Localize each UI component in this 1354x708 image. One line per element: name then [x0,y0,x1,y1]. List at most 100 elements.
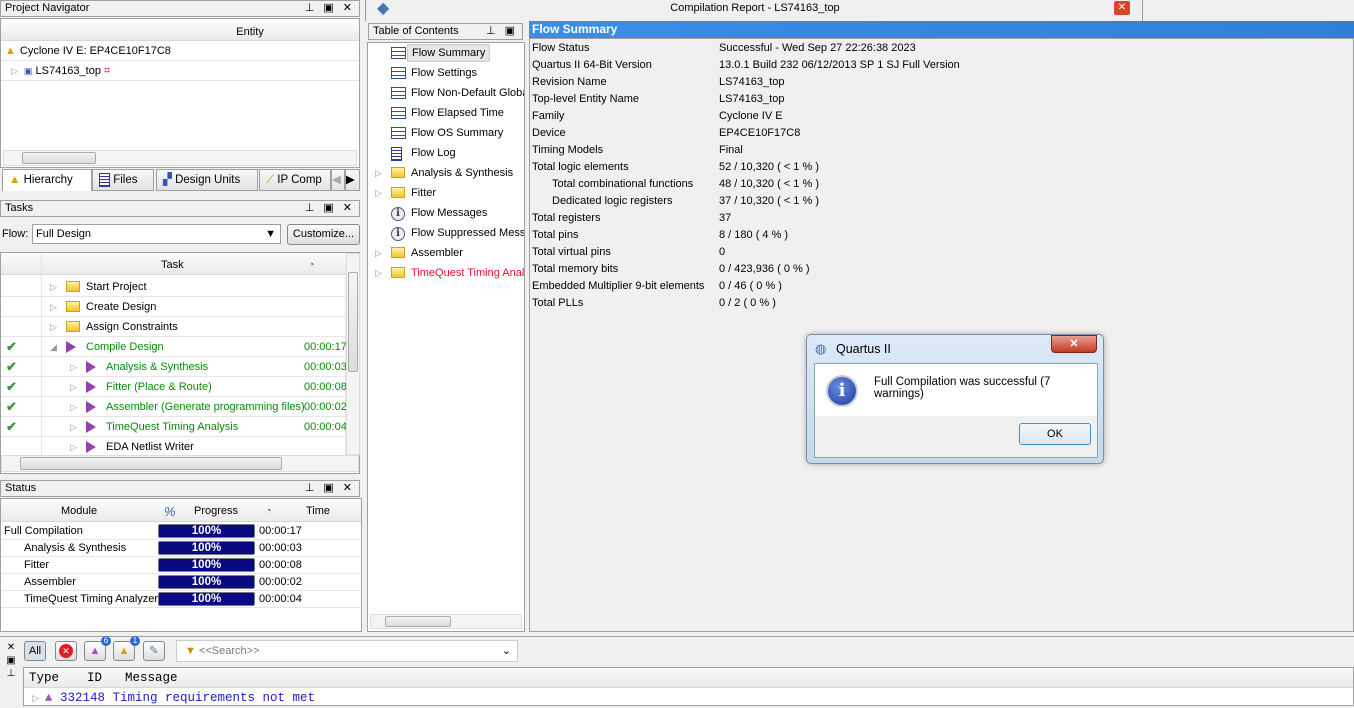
critical-warning-count-badge: 6 [101,636,111,646]
summary-label: Quartus II 64-Bit Version [532,59,652,71]
toc-item[interactable]: Flow Log [368,143,524,163]
toc-item[interactable]: i Flow Suppressed Messages [368,223,524,243]
device-row[interactable]: ▲ Cyclone IV E: EP4CE10F17C8 [1,41,359,61]
type-header[interactable]: Type [29,668,59,688]
id-header[interactable]: ID [87,668,102,688]
info-icon: i [391,227,405,241]
toc-item[interactable]: ▷ Fitter [368,183,524,203]
toc-item[interactable]: ▷ TimeQuest Timing Analyzer [368,263,524,283]
module-time: 00:00:03 [259,542,302,554]
panel-buttons[interactable]: ⊥ ▣ [486,24,518,39]
message-search-input[interactable]: ▼ <<Search>> ⌄ [176,640,518,662]
filter-errors-button[interactable]: ✕ [55,641,77,661]
horizontal-scrollbar[interactable] [370,614,522,629]
filter-info-button[interactable]: ✎ [143,641,165,661]
info-icon: i [391,207,405,221]
toc-title-bar: Table of Contents ⊥ ▣ [368,23,523,40]
message-row[interactable]: ▷ ▲ 332148 Timing requirements not met [24,689,315,708]
expand-icon[interactable]: ▷ [375,263,382,283]
summary-label: Total virtual pins [532,246,611,258]
clock-icon: ◔ [308,259,315,271]
filter-icon: ▼ [185,645,196,657]
tab-scroll-left[interactable]: ◀ [331,169,345,191]
expand-icon[interactable]: ▷ [50,277,57,297]
toc-item[interactable]: Flow Elapsed Time [368,103,524,123]
tab-design-units[interactable]: ▞ Design Units [156,169,258,191]
toc-item[interactable]: Flow Non-Default Global Settings [368,83,524,103]
progress-header[interactable]: Progress [194,501,238,522]
module-time: 00:00:04 [259,593,302,605]
tasks-title-bar: Tasks ⊥ ▣ ✕ [0,200,360,217]
time-header[interactable]: Time [306,501,330,522]
clock-icon: ◔ [265,505,272,517]
summary-value: Final [719,144,743,156]
task-header[interactable]: Task [161,255,184,275]
tab-scroll-right[interactable]: ▶ [345,169,360,191]
tab-ip-components[interactable]: ⟋ IP Comp [259,169,331,191]
task-time: 00:00:17 [304,341,346,353]
info-icon: i [826,375,858,407]
task-row[interactable]: ▷ Assign Constraints [1,317,346,337]
report-toolbar-icon[interactable]: ◆ [377,0,389,18]
task-time: 00:00:08 [304,381,346,393]
task-time: 00:00:04 [304,421,346,433]
summary-value: 0 [719,246,726,258]
message-header[interactable]: Message [125,668,178,688]
expand-icon[interactable]: ▷ [1,66,24,76]
panel-buttons[interactable]: ⊥ ▣ ✕ [305,1,355,16]
task-label: Start Project [86,281,147,293]
dialog-close-button[interactable]: ✕ [1051,335,1097,353]
quartus-dialog: ◍ Quartus II ✕ i Full Compilation was su… [806,334,1104,464]
horizontal-scrollbar[interactable] [3,150,357,166]
expand-icon[interactable]: ▷ [50,297,57,317]
top-entity-row[interactable]: ▷ ▣ LS74163_top ⌗ [1,61,359,81]
task-row[interactable]: ✔ ▷ Assembler (Generate programming files)… [1,397,346,417]
summary-label: Total combinational functions [552,178,694,190]
horizontal-scrollbar[interactable] [1,455,359,472]
flow-select[interactable]: Full Design ▼ [32,224,281,244]
report-close-button[interactable]: ✕ [1114,1,1130,15]
ok-button[interactable]: OK [1019,423,1091,445]
expand-icon[interactable]: ▷ [24,694,45,704]
expand-icon[interactable]: ▷ [375,163,382,183]
table-icon [391,107,406,119]
panel-buttons[interactable]: ⊥ ▣ ✕ [305,201,355,216]
expand-icon[interactable]: ▷ [375,183,382,203]
entity-column-header[interactable]: Entity [1,23,359,41]
folder-icon [391,167,405,178]
task-row[interactable]: ✔ ◢ Compile Design 00:00:17 [1,337,346,357]
tab-hierarchy[interactable]: ▲ Hierarchy [2,169,92,191]
panel-buttons[interactable]: ⊥ ▣ ✕ [305,481,355,496]
expand-icon[interactable]: ▷ [375,243,382,263]
tasks-table: Task ◔ ▷ Start Project ▷ Create Design ▷ Assign… [0,252,360,474]
toc-item-label: Flow Summary [407,44,491,62]
summary-value: 0 / 423,936 ( 0 % ) [719,263,810,275]
expand-icon[interactable]: ▷ [70,357,77,377]
task-row[interactable]: ✔ ▷ Analysis & Synthesis 00:00:03 [1,357,346,377]
task-row[interactable]: ▷ Create Design [1,297,346,317]
toc-item[interactable]: ▷ Assembler [368,243,524,263]
task-row[interactable]: ✔ ▷ Fitter (Place & Route) 00:00:08 [1,377,346,397]
expand-icon[interactable]: ▷ [50,317,57,337]
vertical-scrollbar[interactable] [346,253,360,455]
task-row[interactable]: ▷ Start Project [1,277,346,297]
expand-icon[interactable]: ▷ [70,417,77,437]
toc-item[interactable]: ▷ Analysis & Synthesis [368,163,524,183]
task-row[interactable]: ▷ EDA Netlist Writer [1,437,346,457]
toc-item[interactable]: Flow Summary [368,43,524,63]
toc-item-label: Fitter [411,187,437,199]
tab-files[interactable]: Files [92,169,154,191]
module-header[interactable]: Module [61,501,97,522]
toc-item[interactable]: Flow OS Summary [368,123,524,143]
status-table: Module % Progress ◔ Time Full Compilatio… [0,498,362,632]
messages-panel-buttons[interactable]: ✕ ▣ ⊥ [5,641,17,680]
expand-icon[interactable]: ▷ [70,397,77,417]
filter-all-button[interactable]: All [24,641,46,661]
expand-icon[interactable]: ▷ [70,377,77,397]
task-row[interactable]: ✔ ▷ TimeQuest Timing Analysis 00:00:04 [1,417,346,437]
expand-icon[interactable]: ▷ [70,437,77,457]
toc-item[interactable]: Flow Settings [368,63,524,83]
collapse-icon[interactable]: ◢ [50,337,57,357]
toc-item[interactable]: i Flow Messages [368,203,524,223]
customize-button[interactable]: Customize... [287,224,360,245]
